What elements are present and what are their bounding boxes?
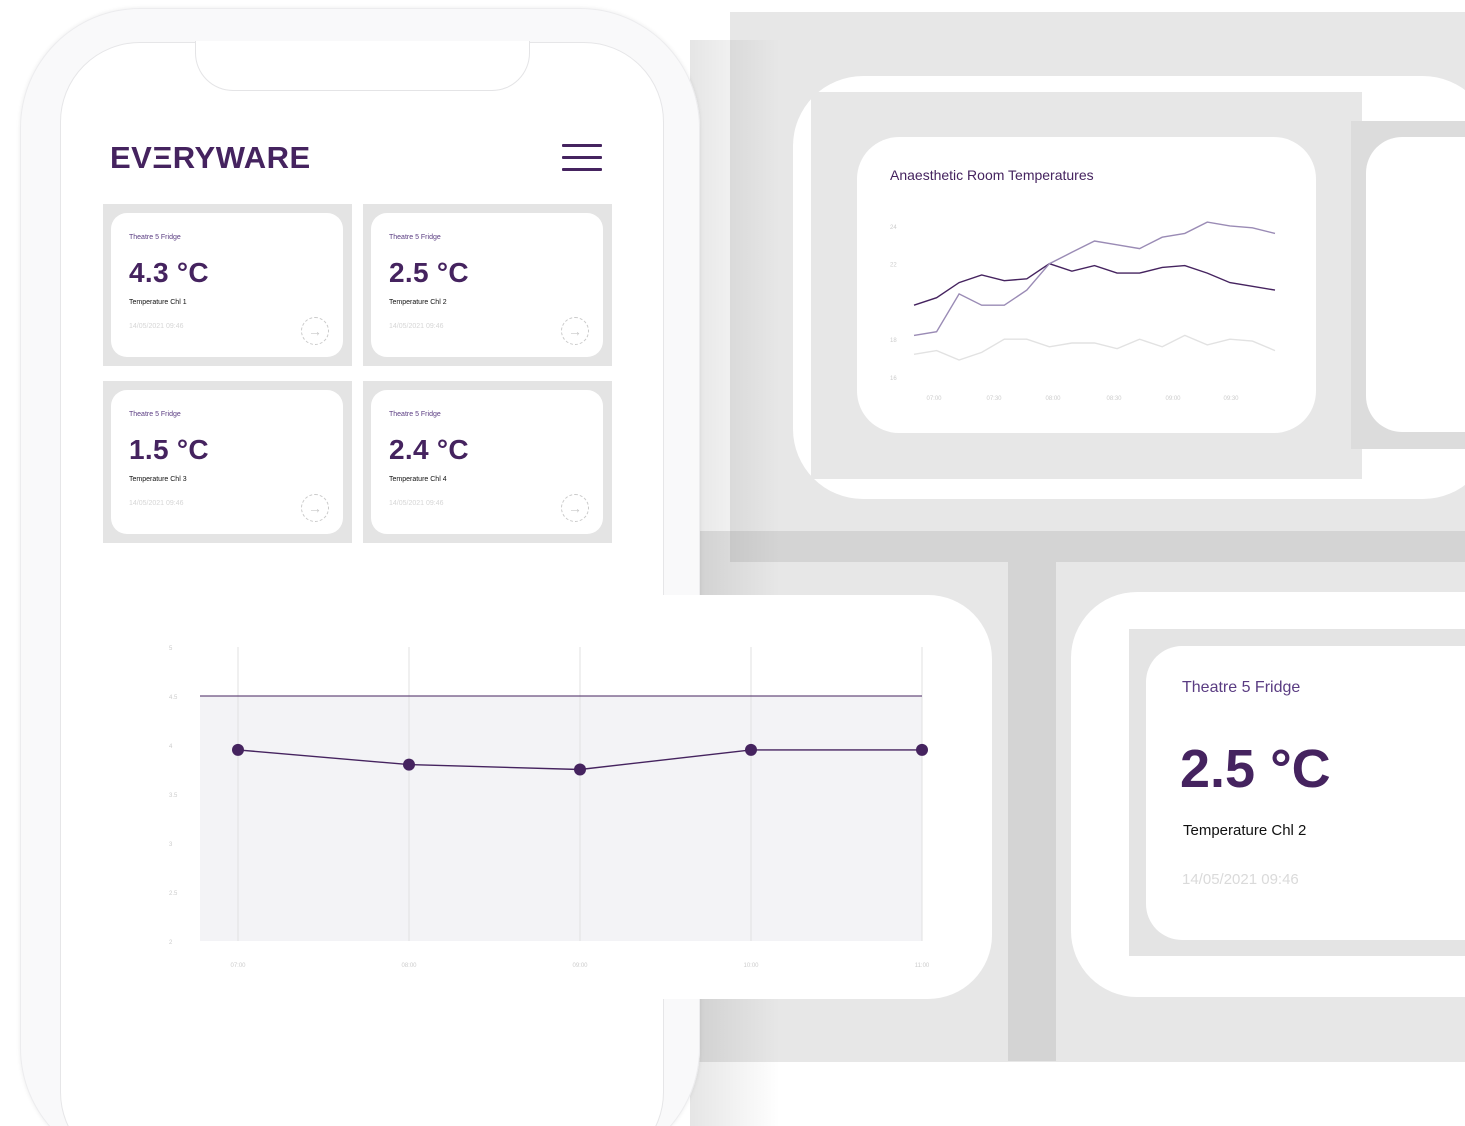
y-tick-label: 3 (169, 842, 173, 848)
x-tick-label: 07:00 (230, 963, 246, 969)
x-tick-label: 08:30 (1106, 396, 1122, 402)
y-tick-label: 22 (890, 263, 897, 269)
card-title: Theatre 5 Fridge (129, 411, 181, 418)
card-title: Theatre 5 Fridge (389, 234, 441, 241)
card-label: Temperature Chl 4 (389, 476, 447, 483)
card-title: Theatre 5 Fridge (129, 234, 181, 241)
card-value: 2.5 °C (389, 257, 469, 288)
arrow-right-icon[interactable]: → (561, 317, 589, 345)
brand-logo[interactable]: EVΞRYWARE (110, 140, 311, 176)
card-date: 14/05/2021 09:46 (129, 500, 184, 507)
y-tick-label: 24 (890, 225, 897, 231)
y-tick-label: 2 (169, 940, 173, 946)
card-value: 1.5 °C (129, 434, 209, 465)
data-point (232, 743, 244, 756)
background-vertical-strip (1008, 531, 1056, 1061)
data-point (745, 743, 757, 756)
x-tick-label: 10:00 (743, 963, 759, 969)
fridge-line-chart: 2 2.5 3 3.5 4 4.5 5 07:00 08:00 09:00 10:00 11:00 (169, 646, 930, 969)
y-tick-label: 4.5 (169, 695, 178, 701)
y-tick-label: 18 (890, 338, 897, 344)
x-tick-label: 09:00 (572, 963, 588, 969)
detail-title: Theatre 5 Fridge (1182, 679, 1301, 696)
detail-label: Temperature Chl 2 (1183, 822, 1307, 839)
temperature-line-chart: 16 18 22 24 07:00 07:30 08:00 08:30 09:00 09:30 (890, 221, 1276, 402)
card-label: Temperature Chl 2 (389, 299, 447, 306)
x-tick-label: 09:00 (1165, 396, 1181, 402)
secondary-card[interactable] (1366, 137, 1465, 432)
sensor-card[interactable]: Theatre 5 Fridge 2.4 °C Temperature Chl … (371, 390, 603, 534)
card-date: 14/05/2021 09:46 (389, 323, 444, 330)
y-tick-label: 16 (890, 376, 897, 382)
arrow-right-icon[interactable]: → (301, 494, 329, 522)
x-tick-label: 08:00 (1045, 396, 1061, 402)
arrow-right-icon[interactable]: → (301, 317, 329, 345)
y-tick-label: 2.5 (169, 891, 178, 897)
sensor-card[interactable]: Theatre 5 Fridge 4.3 °C Temperature Chl … (111, 213, 343, 357)
sensor-card[interactable]: Theatre 5 Fridge 2.5 °C Temperature Chl … (371, 213, 603, 357)
phone-notch (195, 41, 530, 91)
card-value: 4.3 °C (129, 257, 209, 288)
x-tick-label: 11:00 (915, 963, 930, 969)
card-label: Temperature Chl 1 (129, 299, 187, 306)
x-tick-label: 08:00 (401, 963, 417, 969)
threshold-area (200, 696, 922, 941)
card-value: 2.4 °C (389, 434, 469, 465)
y-tick-label: 4 (169, 744, 173, 750)
data-point (574, 763, 586, 776)
card-date: 14/05/2021 09:46 (389, 500, 444, 507)
x-tick-label: 09:30 (1223, 396, 1239, 402)
sensor-card[interactable]: Theatre 5 Fridge 1.5 °C Temperature Chl … (111, 390, 343, 534)
card-title: Theatre 5 Fridge (389, 411, 441, 418)
card-label: Temperature Chl 3 (129, 476, 187, 483)
card-date: 14/05/2021 09:46 (129, 323, 184, 330)
arrow-right-icon[interactable]: → (561, 494, 589, 522)
y-tick-label: 3.5 (169, 793, 178, 799)
detail-date: 14/05/2021 09:46 (1182, 871, 1299, 888)
x-tick-label: 07:30 (986, 396, 1002, 402)
hamburger-icon[interactable] (562, 144, 602, 174)
x-tick-label: 07:00 (926, 396, 942, 402)
data-point (403, 758, 415, 771)
background-overlap-strip (730, 531, 1465, 562)
series-line-3 (913, 334, 1276, 361)
data-point (916, 743, 928, 756)
y-tick-label: 5 (169, 646, 173, 652)
detail-value: 2.5 °C (1180, 739, 1331, 799)
